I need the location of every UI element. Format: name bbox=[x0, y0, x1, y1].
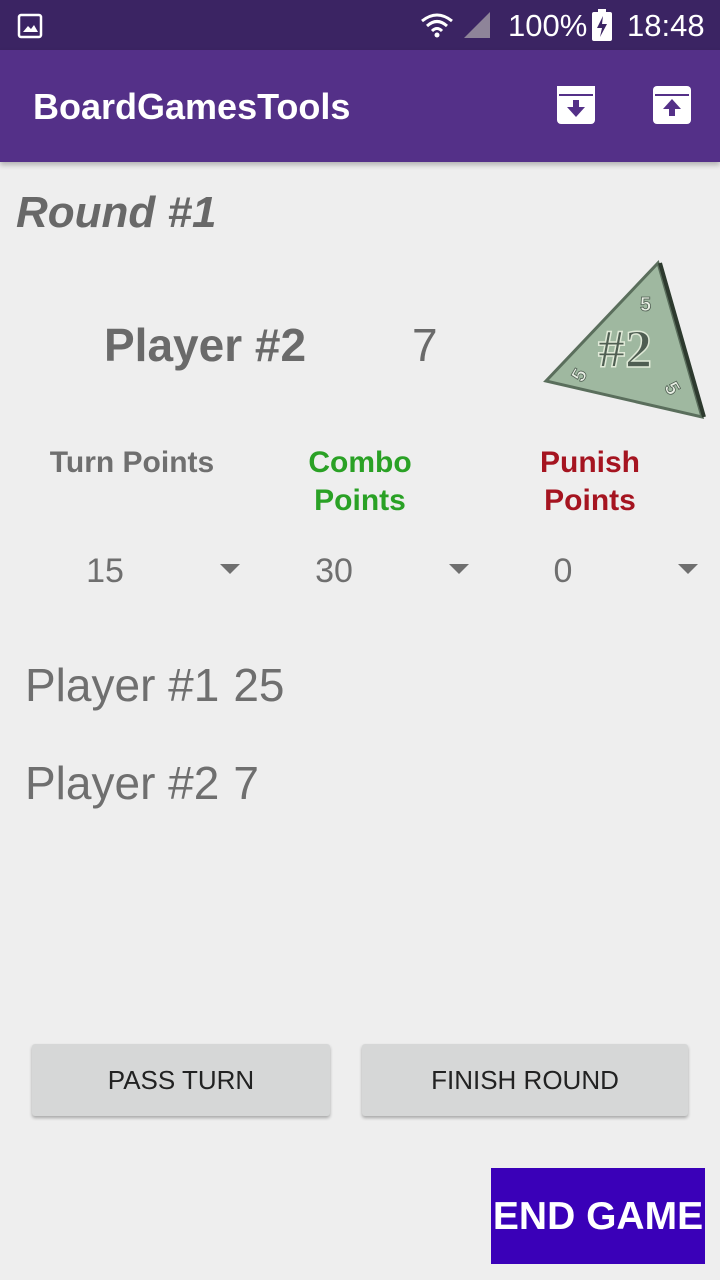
battery-percent: 100% bbox=[508, 8, 588, 43]
scoreboard-player-name: Player #1 bbox=[25, 659, 220, 711]
punish-points-value: 0 bbox=[553, 552, 573, 590]
battery-charging-icon bbox=[592, 9, 612, 46]
tile-main-label: #2 bbox=[598, 319, 652, 379]
punish-points-dropdown[interactable]: 0 bbox=[498, 544, 698, 600]
app-title: BoardGamesTools bbox=[33, 86, 351, 127]
clock: 18:48 bbox=[627, 8, 705, 43]
scoreboard-row: Player #1 25 bbox=[25, 658, 285, 712]
current-player-score: 7 bbox=[412, 319, 438, 371]
punish-points-label: Punish Points bbox=[539, 446, 640, 517]
combo-points-dropdown[interactable]: 30 bbox=[269, 544, 469, 600]
triangle-tile-image: #2 5 5 5 bbox=[540, 255, 710, 435]
app-bar: BoardGamesTools bbox=[0, 50, 720, 162]
tile-corner-label-top: 5 bbox=[640, 294, 651, 316]
pass-turn-button[interactable]: PASS TURN bbox=[32, 1044, 330, 1116]
combo-points-value: 30 bbox=[315, 552, 353, 590]
dropdown-arrow-icon bbox=[678, 564, 698, 574]
combo-points-label: Combo Points bbox=[308, 446, 412, 517]
scoreboard-player-name: Player #2 bbox=[25, 757, 220, 809]
dropdown-arrow-icon bbox=[449, 564, 469, 574]
archive-down-icon[interactable] bbox=[557, 86, 595, 124]
scoreboard-row: Player #2 7 bbox=[25, 756, 259, 810]
archive-up-icon[interactable] bbox=[653, 86, 691, 124]
status-bar: 100% 18:48 bbox=[0, 0, 720, 50]
gallery-notification-icon bbox=[17, 13, 43, 44]
scoreboard-player-score: 7 bbox=[233, 757, 259, 809]
round-title: Round #1 bbox=[16, 188, 217, 237]
turn-points-value: 15 bbox=[86, 552, 124, 590]
signal-icon bbox=[462, 10, 492, 45]
current-player-name: Player #2 bbox=[104, 319, 307, 371]
wifi-icon bbox=[420, 11, 454, 46]
dropdown-arrow-icon bbox=[220, 564, 240, 574]
end-game-button[interactable]: END GAME bbox=[491, 1168, 705, 1264]
turn-points-label: Turn Points bbox=[49, 446, 215, 479]
scoreboard-player-score: 25 bbox=[233, 659, 285, 711]
finish-round-button[interactable]: FINISH ROUND bbox=[362, 1044, 688, 1116]
turn-points-dropdown[interactable]: 15 bbox=[40, 544, 240, 600]
